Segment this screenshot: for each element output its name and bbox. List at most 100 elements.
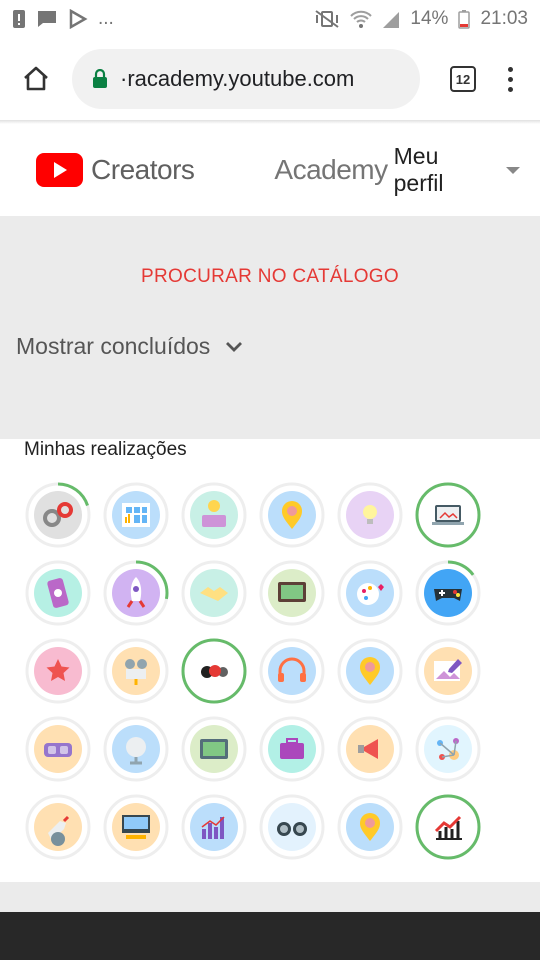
achievement-badge[interactable] xyxy=(180,793,248,861)
achievement-badge[interactable] xyxy=(336,715,404,783)
phone-icon xyxy=(34,569,82,617)
site-header: Creators Academy Meu perfil xyxy=(0,124,540,216)
browser-toolbar: ·racademy.youtube.com 12 xyxy=(0,38,540,120)
gamepad-icon xyxy=(424,569,472,617)
briefcase-icon xyxy=(268,725,316,773)
alert-icon xyxy=(12,9,26,29)
achievement-badge[interactable] xyxy=(336,637,404,705)
achievements-title: Minhas realizações xyxy=(24,439,187,460)
achievement-badge[interactable] xyxy=(336,559,404,627)
tab-switcher-button[interactable]: 12 xyxy=(440,56,486,102)
youtube-logo-icon[interactable] xyxy=(36,153,84,187)
menu-dot xyxy=(507,66,513,72)
rocket-icon xyxy=(112,569,160,617)
achievement-badge[interactable] xyxy=(24,637,92,705)
achievement-badge[interactable] xyxy=(336,481,404,549)
achievement-badge[interactable] xyxy=(258,481,326,549)
clock: 21:03 xyxy=(480,8,528,29)
camera-icon xyxy=(112,647,160,695)
achievement-badge[interactable] xyxy=(102,637,170,705)
vibrate-mute-icon xyxy=(314,9,340,29)
brand-academy[interactable]: Academy xyxy=(274,154,388,186)
achievement-badge[interactable] xyxy=(258,637,326,705)
achievement-badge[interactable] xyxy=(180,481,248,549)
tv-icon xyxy=(190,725,238,773)
achievements-grid xyxy=(24,481,540,861)
achievement-badge[interactable] xyxy=(414,559,482,627)
binoculars-icon xyxy=(268,803,316,851)
wifi-icon xyxy=(350,9,373,29)
catalog-section: PROCURAR NO CATÁLOGO Mostrar concluídos xyxy=(0,216,540,439)
vr-headset-icon xyxy=(34,725,82,773)
location-pin-icon xyxy=(346,803,394,851)
achievement-badge[interactable] xyxy=(24,481,92,549)
handshake-icon xyxy=(190,569,238,617)
message-icon xyxy=(36,9,58,29)
achievement-badge[interactable] xyxy=(102,559,170,627)
page-bottom-spacer xyxy=(0,882,540,912)
grid-chart-icon xyxy=(112,491,160,539)
achievement-badge[interactable] xyxy=(180,715,248,783)
location-pin-icon xyxy=(268,491,316,539)
status-bar: ... 14% 21:03 xyxy=(0,0,540,38)
lightbulb-money-icon xyxy=(190,491,238,539)
achievement-badge[interactable] xyxy=(336,793,404,861)
more-notifications: ... xyxy=(98,8,114,29)
tab-count: 12 xyxy=(450,66,476,92)
home-icon xyxy=(24,66,48,91)
monitor-icon xyxy=(268,569,316,617)
achievement-badge[interactable] xyxy=(180,559,248,627)
signal-icon xyxy=(382,9,400,29)
show-completed-toggle[interactable]: Mostrar concluídos xyxy=(16,333,244,360)
megaphone-icon xyxy=(346,725,394,773)
achievement-badge[interactable] xyxy=(414,481,482,549)
achievement-badge[interactable] xyxy=(102,481,170,549)
browser-menu-button[interactable] xyxy=(492,56,528,102)
achievements-section: Minhas realizações xyxy=(0,439,540,885)
achievement-badge[interactable] xyxy=(258,559,326,627)
network-icon xyxy=(424,725,472,773)
achievement-badge[interactable] xyxy=(258,793,326,861)
profile-dropdown[interactable]: Meu perfil xyxy=(394,143,520,197)
achievement-badge[interactable] xyxy=(24,715,92,783)
achievement-badge[interactable] xyxy=(102,715,170,783)
achievement-badge[interactable] xyxy=(180,637,248,705)
show-completed-label: Mostrar concluídos xyxy=(16,333,211,359)
address-bar[interactable]: ·racademy.youtube.com xyxy=(72,49,420,109)
brand-creators[interactable]: Creators xyxy=(91,154,195,186)
battery-percent: 14% xyxy=(410,8,449,29)
palette-heart-icon xyxy=(346,569,394,617)
globe-icon xyxy=(112,725,160,773)
play-store-icon xyxy=(68,9,88,29)
location-pin-icon xyxy=(346,647,394,695)
home-button[interactable] xyxy=(18,61,54,97)
lock-icon xyxy=(92,69,108,89)
lightbulb-icon xyxy=(346,491,394,539)
gears-icon xyxy=(34,491,82,539)
menu-dot xyxy=(507,76,513,82)
profile-label: Meu perfil xyxy=(393,143,444,196)
achievement-badge[interactable] xyxy=(258,715,326,783)
chevron-down-icon xyxy=(224,340,244,354)
browse-catalog-link[interactable]: PROCURAR NO CATÁLOGO xyxy=(0,266,540,288)
video-reels-icon xyxy=(190,647,238,695)
headphones-icon xyxy=(268,647,316,695)
rocket-earth-icon xyxy=(34,803,82,851)
battery-icon xyxy=(458,9,471,29)
bar-chart-icon xyxy=(190,803,238,851)
caret-down-icon xyxy=(506,166,520,174)
achievement-badge[interactable] xyxy=(414,637,482,705)
photo-edit-icon xyxy=(424,647,472,695)
achievement-badge[interactable] xyxy=(414,715,482,783)
growth-chart-icon xyxy=(424,803,472,851)
menu-dot xyxy=(507,86,513,92)
laptop-icon xyxy=(424,491,472,539)
url-text: ·racademy.youtube.com xyxy=(120,66,355,91)
achievement-badge[interactable] xyxy=(24,793,92,861)
star-icon xyxy=(34,647,82,695)
achievement-badge[interactable] xyxy=(24,559,92,627)
achievement-badge[interactable] xyxy=(102,793,170,861)
achievement-badge[interactable] xyxy=(414,793,482,861)
site-footer xyxy=(0,912,540,960)
video-editor-icon xyxy=(112,803,160,851)
